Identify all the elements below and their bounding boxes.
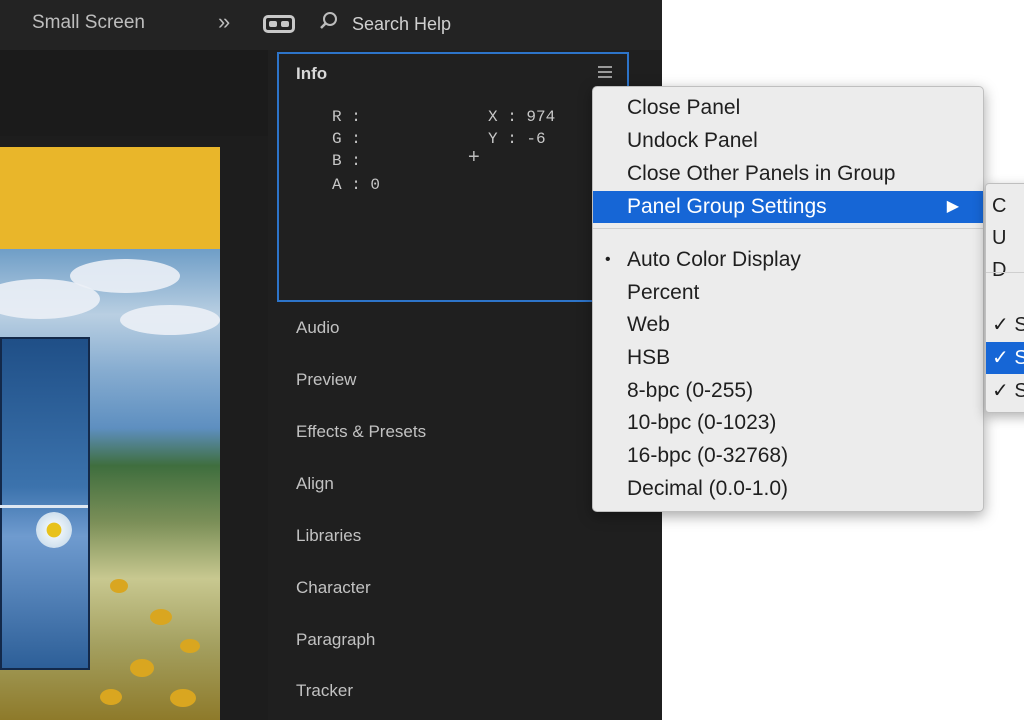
menu-item-label: Close Other Panels in Group bbox=[627, 162, 896, 185]
menu-item-label: Panel Group Settings bbox=[627, 195, 827, 218]
info-a-value: A : 0 bbox=[332, 176, 381, 194]
submenu-item[interactable]: D bbox=[986, 254, 1024, 286]
selected-bullet-icon: • bbox=[605, 251, 611, 268]
menu-item-label: HSB bbox=[627, 346, 671, 369]
submenu-item-checked[interactable]: ✓ S bbox=[986, 309, 1024, 341]
menu-item-10bpc[interactable]: 10-bpc (0-1023) bbox=[593, 407, 983, 439]
menu-item-16bpc[interactable]: 16-bpc (0-32768) bbox=[593, 440, 983, 472]
double-chevron-right-icon[interactable]: » bbox=[218, 9, 230, 35]
workspace-label[interactable]: Small Screen bbox=[32, 12, 145, 34]
menu-item-label: Close Panel bbox=[627, 96, 741, 119]
menu-item-label: Web bbox=[627, 313, 670, 336]
submenu-item-checked[interactable]: ✓ S bbox=[986, 375, 1024, 407]
info-y-value: Y : -6 bbox=[488, 130, 546, 148]
info-panel-title[interactable]: Info bbox=[296, 64, 327, 84]
menu-item-hsb[interactable]: HSB bbox=[593, 342, 983, 374]
flower-bloom bbox=[150, 609, 172, 625]
menu-separator bbox=[986, 272, 1024, 273]
panel-tab-audio[interactable]: Audio bbox=[296, 318, 339, 338]
panel-group-settings-submenu: C U D ✓ S ✓ S ✓ S bbox=[985, 183, 1024, 413]
triangle-right-icon: ▶ bbox=[946, 198, 959, 215]
panel-tab-tracker[interactable]: Tracker bbox=[296, 681, 353, 701]
menu-separator bbox=[593, 228, 983, 229]
submenu-item[interactable]: C bbox=[986, 190, 1024, 222]
menu-item-label: Percent bbox=[627, 281, 700, 304]
info-panel-context-menu: Close Panel Undock Panel Close Other Pan… bbox=[592, 86, 984, 512]
panel-tab-character[interactable]: Character bbox=[296, 578, 371, 598]
flower-bloom bbox=[110, 579, 128, 593]
search-icon bbox=[320, 12, 337, 29]
menu-item-label: 16-bpc (0-32768) bbox=[627, 444, 789, 467]
submenu-item-checked[interactable]: ✓ S bbox=[986, 342, 1024, 374]
menu-item-label: 8-bpc (0-255) bbox=[627, 379, 754, 402]
composition-yellow-layer bbox=[0, 147, 220, 249]
submenu-item[interactable]: U bbox=[986, 222, 1024, 254]
menu-item-auto-color-display[interactable]: • Auto Color Display bbox=[593, 244, 983, 276]
menu-item-label: 10-bpc (0-1023) bbox=[627, 411, 777, 434]
search-help-input[interactable] bbox=[352, 8, 652, 40]
menu-item-label: Decimal (0.0-1.0) bbox=[627, 477, 789, 500]
flower-bloom bbox=[180, 639, 200, 653]
crosshair-icon: + bbox=[468, 146, 480, 168]
panel-tab-paragraph[interactable]: Paragraph bbox=[296, 630, 375, 650]
panel-tab-effects-presets[interactable]: Effects & Presets bbox=[296, 422, 426, 442]
menu-item-close-other-panels[interactable]: Close Other Panels in Group bbox=[593, 158, 983, 190]
flower-bloom bbox=[100, 689, 122, 705]
cloud-shape bbox=[120, 305, 220, 335]
menu-item-label: Auto Color Display bbox=[627, 248, 801, 271]
info-x-value: X : 974 bbox=[488, 108, 556, 126]
panel-tab-libraries[interactable]: Libraries bbox=[296, 526, 361, 546]
menu-item-web[interactable]: Web bbox=[593, 309, 983, 341]
menu-item-undock-panel[interactable]: Undock Panel bbox=[593, 125, 983, 157]
cloud-shape bbox=[70, 259, 180, 293]
panel-tab-preview[interactable]: Preview bbox=[296, 370, 356, 390]
info-panel[interactable] bbox=[277, 52, 629, 302]
menu-item-close-panel[interactable]: Close Panel bbox=[593, 92, 983, 124]
flower-bloom bbox=[170, 689, 196, 707]
composition-gutter bbox=[220, 147, 268, 720]
panel-tab-align[interactable]: Align bbox=[296, 474, 334, 494]
menu-item-8bpc[interactable]: 8-bpc (0-255) bbox=[593, 375, 983, 407]
daisy-flower bbox=[36, 512, 72, 548]
menu-item-label: Undock Panel bbox=[627, 129, 758, 152]
menu-item-percent[interactable]: Percent bbox=[593, 277, 983, 309]
top-toolbar: Small Screen » bbox=[0, 0, 662, 50]
menu-item-decimal[interactable]: Decimal (0.0-1.0) bbox=[593, 473, 983, 505]
info-b-value: B : bbox=[332, 152, 361, 170]
phone-reflection-line bbox=[0, 505, 88, 508]
vr-headset-icon[interactable] bbox=[263, 15, 295, 33]
hamburger-menu-icon[interactable] bbox=[598, 66, 612, 80]
composition-top-strip bbox=[0, 50, 268, 136]
menu-item-panel-group-settings[interactable]: Panel Group Settings ▶ bbox=[593, 191, 983, 223]
info-g-value: G : bbox=[332, 130, 361, 148]
flower-bloom bbox=[130, 659, 154, 677]
info-r-value: R : bbox=[332, 108, 361, 126]
phone-image-layer bbox=[0, 337, 90, 670]
